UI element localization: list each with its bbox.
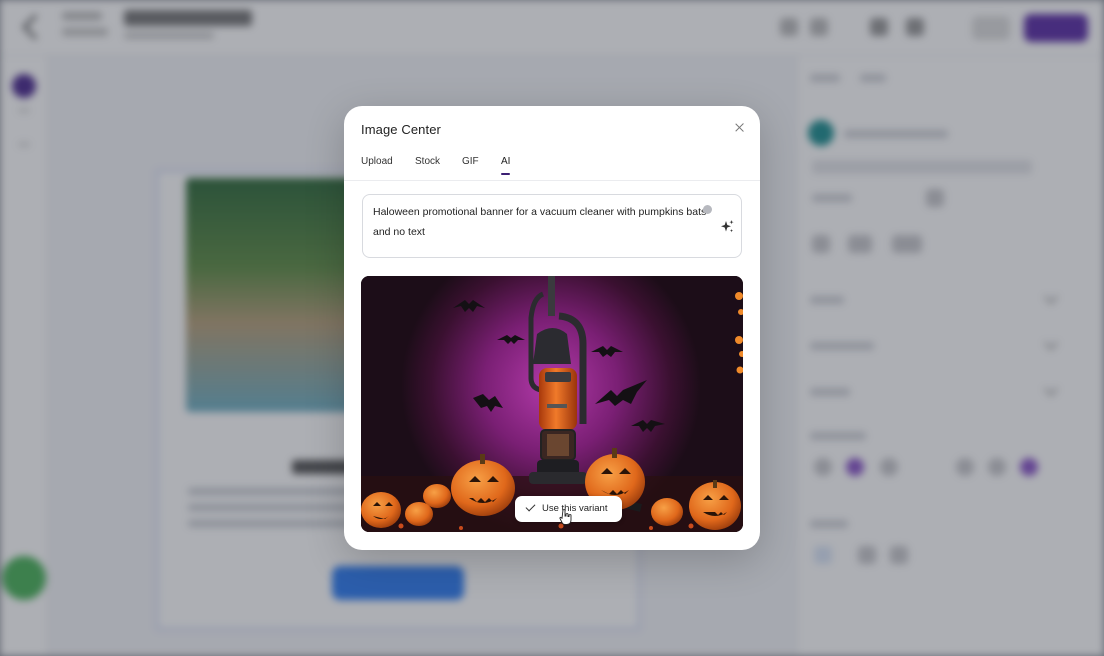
ai-generated-image[interactable]: Use this variant [361,276,743,532]
image-center-modal: Image Center Upload Stock GIF AI Halowee… [344,106,760,550]
use-variant-label: Use this variant [542,503,608,514]
sparkle-icon[interactable] [719,219,735,235]
clear-icon[interactable] [703,205,712,214]
close-icon[interactable] [732,120,748,136]
hand-cursor-icon [559,509,572,525]
image-source-tabs: Upload Stock GIF AI [344,156,760,181]
check-icon [525,501,536,512]
tab-ai[interactable]: AI [501,156,511,175]
tab-upload[interactable]: Upload [361,156,393,175]
ai-prompt-textarea[interactable]: Haloween promotional banner for a vacuum… [362,194,742,258]
prompt-value[interactable]: Haloween promotional banner for a vacuum… [373,203,713,242]
tab-stock[interactable]: Stock [415,156,440,175]
halloween-vacuum-illustration [361,276,743,532]
modal-title: Image Center [361,122,441,137]
tab-gif[interactable]: GIF [462,156,479,175]
